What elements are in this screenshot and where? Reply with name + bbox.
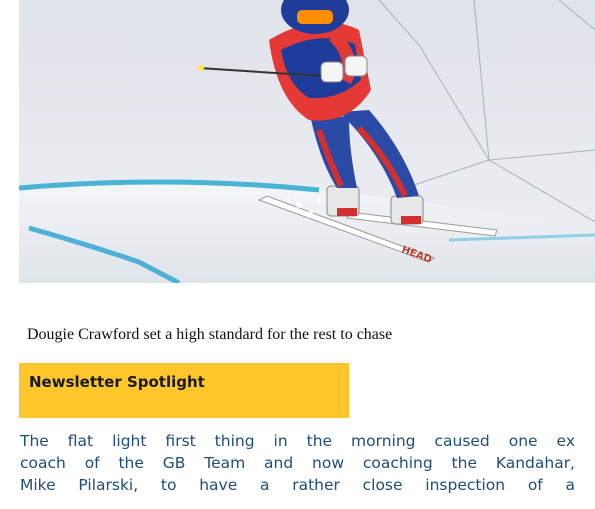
newsletter-spotlight-banner: Newsletter Spotlight bbox=[19, 363, 349, 418]
article-text: The flat light first thing in the mornin… bbox=[20, 430, 575, 496]
article-line: Mike Pilarski, to have a rather close in… bbox=[20, 476, 575, 494]
skier-photo: HEAD bbox=[19, 0, 595, 283]
photo-caption: Dougie Crawford set a high standard for … bbox=[27, 326, 393, 343]
article-line: coach of the GB Team and now coaching th… bbox=[20, 454, 575, 472]
newsletter-page: HEAD Dougie Crawford set a high standard… bbox=[0, 0, 595, 509]
spotlight-title: Newsletter Spotlight bbox=[29, 373, 205, 391]
article-line: The flat light first thing in the mornin… bbox=[20, 432, 575, 450]
